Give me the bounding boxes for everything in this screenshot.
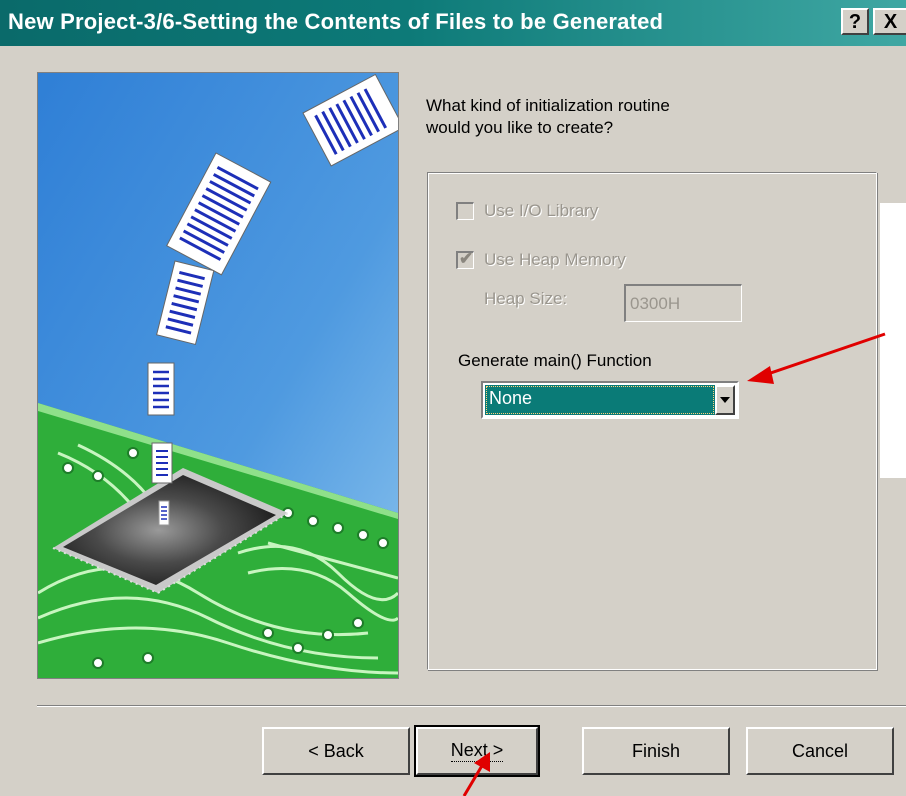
- generate-main-dropdown[interactable]: None: [481, 381, 739, 419]
- use-io-library-checkbox[interactable]: Use I/O Library: [456, 201, 598, 221]
- finish-button[interactable]: Finish: [582, 727, 730, 775]
- generate-main-label: Generate main() Function: [458, 351, 652, 370]
- checkbox-icon: [456, 202, 474, 220]
- close-button[interactable]: X: [873, 8, 906, 35]
- question-line-1: What kind of initialization routine: [426, 96, 670, 115]
- help-button[interactable]: ?: [841, 8, 869, 35]
- generate-main-selected-value[interactable]: None: [485, 385, 715, 415]
- next-button[interactable]: Next >: [414, 725, 540, 777]
- use-heap-memory-checkbox[interactable]: ✔ Use Heap Memory: [456, 249, 626, 270]
- dropdown-arrow-icon: [720, 397, 730, 403]
- back-button-label: < Back: [308, 740, 364, 761]
- use-heap-memory-label: Use Heap Memory: [484, 250, 626, 269]
- heap-size-field[interactable]: [624, 284, 742, 322]
- options-group: [427, 172, 877, 670]
- checkbox-checked-icon: ✔: [456, 249, 474, 269]
- button-separator: [37, 705, 906, 707]
- title-bar[interactable]: New Project-3/6-Setting the Contents of …: [0, 0, 906, 46]
- dropdown-button[interactable]: [715, 385, 735, 415]
- next-button-label: Next >: [450, 740, 504, 762]
- finish-button-label: Finish: [631, 740, 680, 761]
- circuit-board-illustration: [38, 73, 398, 678]
- cancel-button[interactable]: Cancel: [746, 727, 894, 775]
- background-strip: [880, 203, 906, 478]
- new-project-dialog: New Project-3/6-Setting the Contents of …: [0, 0, 906, 796]
- back-button[interactable]: < Back: [262, 727, 410, 775]
- heap-size-label: Heap Size:: [484, 289, 568, 308]
- close-icon: X: [883, 10, 898, 33]
- help-icon: ?: [848, 10, 862, 33]
- cancel-button-label: Cancel: [791, 740, 849, 761]
- use-io-library-label: Use I/O Library: [484, 201, 599, 220]
- wizard-illustration: [37, 72, 399, 679]
- window-title: New Project-3/6-Setting the Contents of …: [8, 9, 664, 34]
- initialization-question: What kind of initialization routine woul…: [426, 95, 766, 139]
- question-line-2: would you like to create?: [426, 118, 614, 137]
